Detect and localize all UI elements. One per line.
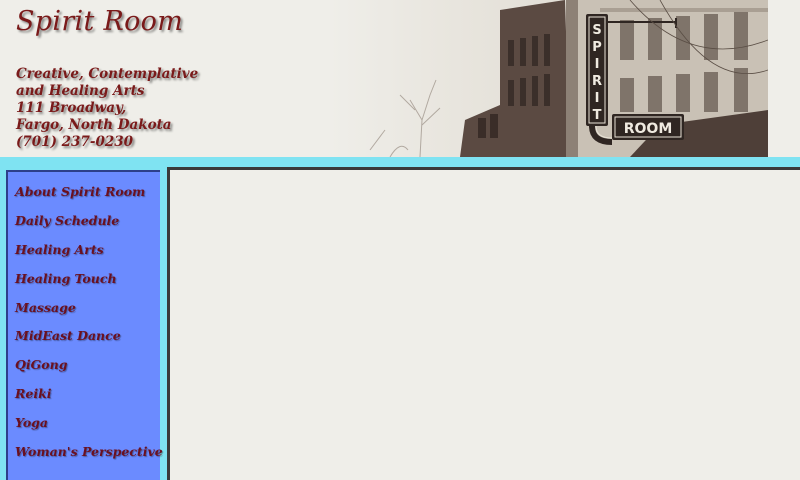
nav-link-healing-touch[interactable]: Healing Touch	[15, 271, 117, 286]
sign-letter: I	[595, 91, 600, 106]
sign-letter: R	[592, 74, 602, 89]
nav-link-womans-perspective[interactable]: Woman's Perspective	[15, 444, 163, 459]
nav-link-massage[interactable]: Massage	[15, 300, 76, 315]
nav-link-daily-schedule[interactable]: Daily Schedule	[15, 213, 119, 228]
address-line: Fargo, North Dakota	[16, 117, 172, 133]
site-title: Spirit Room	[16, 6, 184, 37]
address-line: 111 Broadway,	[16, 100, 127, 116]
nav-item-yoga: Yoga	[15, 412, 163, 441]
site-address: Creative, Contemplative and Healing Arts…	[16, 66, 198, 151]
nav-link-about-spirit-room[interactable]: About Spirit Room	[15, 184, 145, 199]
nav-item-healing-arts: Healing Arts	[15, 239, 163, 268]
header: Spirit Room Creative, Contemplative and …	[0, 0, 800, 157]
address-line: and Healing Arts	[16, 83, 145, 99]
nav-item-reiki: Reiki	[15, 383, 163, 412]
sign-room: ROOM	[624, 121, 673, 137]
nav-item-healing-touch: Healing Touch	[15, 268, 163, 297]
storefront-photo: S P I R I T ROOM	[330, 0, 768, 157]
nav-item-about: About Spirit Room	[15, 181, 163, 210]
nav-item-massage: Massage	[15, 297, 163, 326]
nav-list: About Spirit Room Daily Schedule Healing…	[15, 181, 163, 470]
sign-letter: S	[592, 23, 601, 38]
nav-link-healing-arts[interactable]: Healing Arts	[15, 242, 104, 257]
sign-letter: T	[593, 108, 602, 123]
nav-item-schedule: Daily Schedule	[15, 210, 163, 239]
main-content-area	[170, 170, 800, 480]
address-line: Creative, Contemplative	[16, 66, 199, 82]
sidebar-nav: About Spirit Room Daily Schedule Healing…	[6, 170, 163, 480]
nav-item-qigong: QiGong	[15, 354, 163, 383]
nav-item-mideast-dance: MidEast Dance	[15, 325, 163, 354]
header-divider-band	[0, 157, 800, 167]
nav-link-qigong[interactable]: QiGong	[15, 357, 67, 372]
nav-link-yoga[interactable]: Yoga	[15, 415, 48, 430]
nav-link-mideast-dance[interactable]: MidEast Dance	[15, 328, 121, 343]
nav-item-womans-perspective: Woman's Perspective	[15, 441, 163, 470]
nav-link-reiki[interactable]: Reiki	[15, 386, 52, 401]
address-line: (701) 237-0230	[16, 134, 134, 150]
sign-letter: P	[592, 40, 602, 55]
sign-letter: I	[595, 57, 600, 72]
